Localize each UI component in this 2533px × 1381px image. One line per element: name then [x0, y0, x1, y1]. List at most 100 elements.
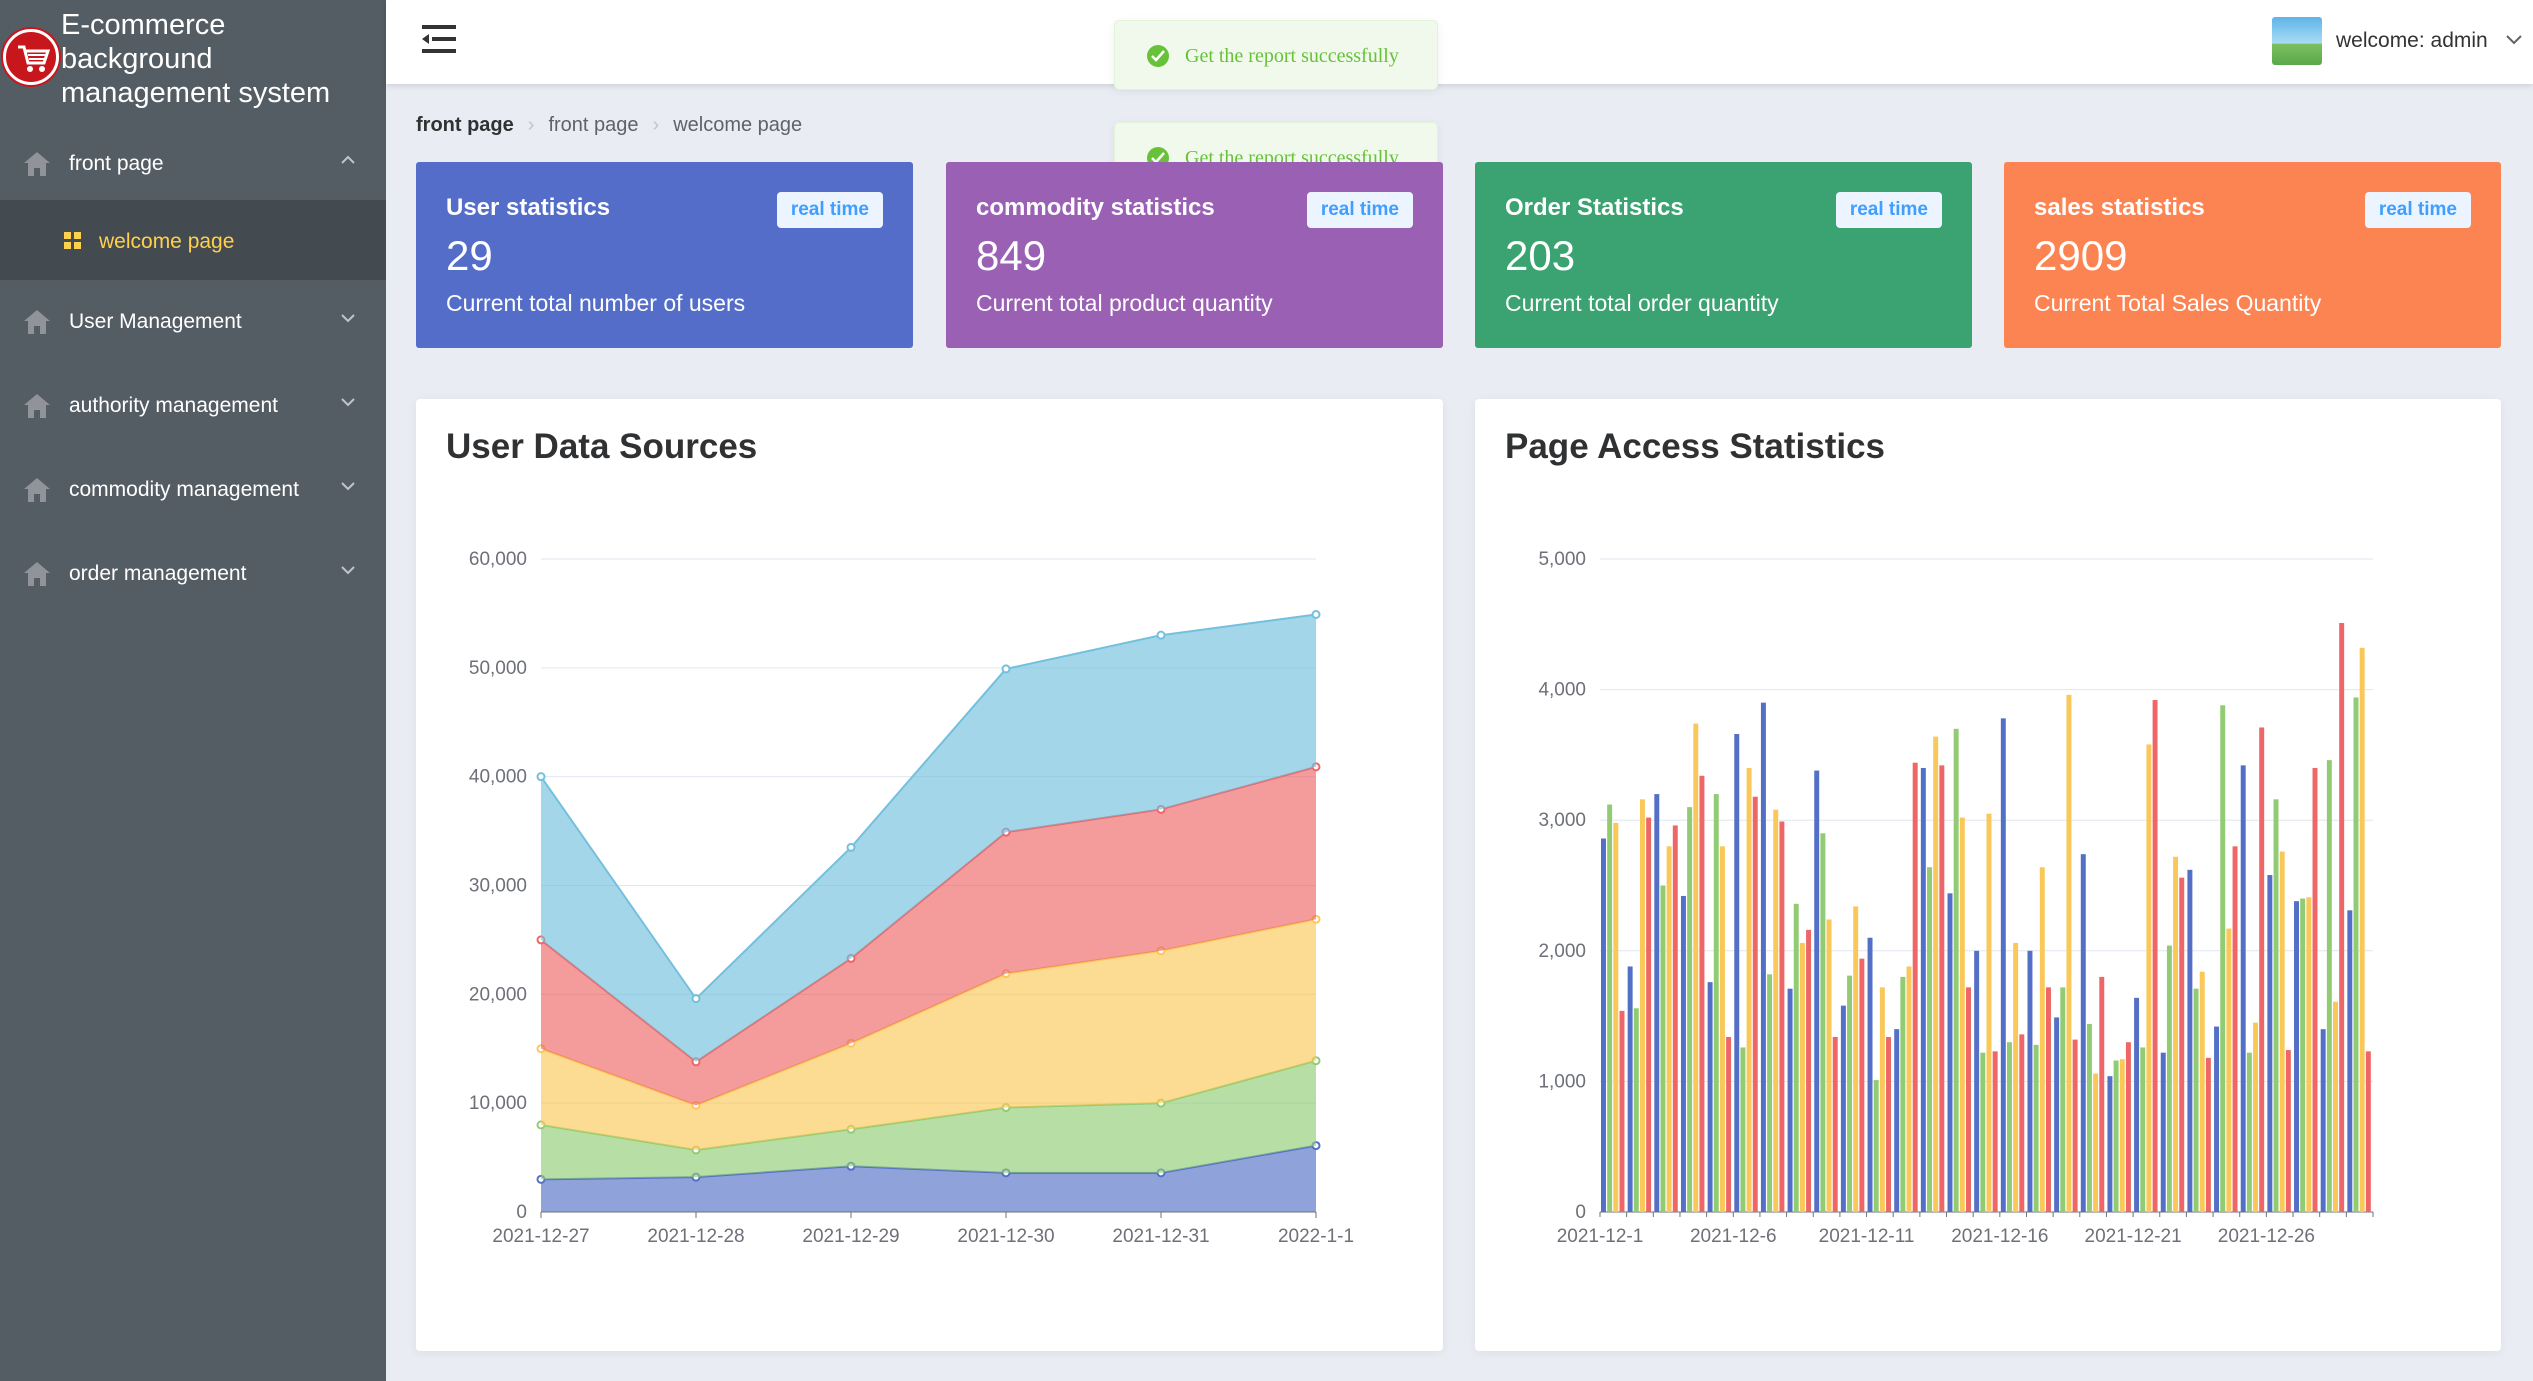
bar	[1680, 895, 1686, 1212]
card-title: User statistics	[446, 194, 611, 221]
chevron-down-icon	[341, 482, 355, 491]
card-description: Current total product quantity	[976, 290, 1273, 316]
bar	[2300, 898, 2306, 1212]
bar	[2027, 950, 2033, 1212]
chevron-down-icon	[341, 566, 355, 575]
user-dropdown-label[interactable]: welcome: admin	[2336, 29, 2488, 53]
bar	[2152, 700, 2158, 1212]
sidebar-item-label: authority management	[69, 394, 278, 417]
bar	[2160, 1052, 2166, 1212]
breadcrumb-separator: ›	[527, 114, 535, 136]
sidebar-item-front-page[interactable]: front page	[0, 122, 386, 206]
submenu-item-welcome-page[interactable]: welcome page	[0, 200, 386, 280]
sidebar-item-label: front page	[69, 152, 164, 175]
bar	[2054, 1017, 2060, 1212]
success-toast: Get the report successfully	[1114, 20, 1438, 90]
bar	[1713, 794, 1719, 1212]
bar	[1966, 987, 1971, 1212]
x-tick-label: 2021-12-27	[492, 1226, 589, 1247]
avatar[interactable]	[2272, 17, 2322, 65]
y-tick-label: 50,000	[469, 658, 527, 679]
real-time-tag: real time	[1306, 192, 1413, 228]
bar	[1752, 796, 1758, 1212]
home-icon	[24, 562, 50, 586]
sidebar-item-commodity-management[interactable]: commodity management	[0, 448, 386, 532]
bar	[1613, 822, 1619, 1212]
bar	[2347, 910, 2353, 1212]
y-tick-label: 40,000	[469, 767, 527, 788]
bar	[2205, 1057, 2211, 1212]
bar	[2267, 875, 2273, 1212]
x-tick-label: 2021-12-6	[1690, 1226, 1777, 1247]
bar	[2306, 897, 2312, 1212]
bar	[2294, 901, 2299, 1212]
y-tick-label: 3,000	[1538, 810, 1586, 831]
breadcrumb-item-front-page[interactable]: front page	[416, 114, 514, 137]
y-tick-label: 10,000	[469, 1093, 527, 1114]
page-access-statistics-panel: Page Access Statistics 0 1,000 2,000 3,000 4…	[1475, 399, 2501, 1351]
bar	[2060, 987, 2066, 1212]
x-tick-label: 2021-12-1	[1557, 1226, 1644, 1247]
bar	[2246, 1052, 2252, 1212]
shopping-cart-logo	[3, 29, 59, 85]
bar	[1906, 966, 1912, 1212]
bar	[2240, 765, 2246, 1212]
y-tick-label: 20,000	[469, 984, 527, 1005]
data-point	[536, 772, 546, 782]
y-tick-label: 2,000	[1538, 941, 1586, 962]
bar	[1646, 817, 1652, 1212]
menu-collapse-icon[interactable]	[420, 22, 458, 56]
grid-icon	[64, 232, 81, 249]
sidebar-item-user-management[interactable]: User Management	[0, 280, 386, 364]
bar	[1773, 809, 1779, 1212]
bar	[2285, 1050, 2291, 1212]
card-value: 203	[1505, 232, 1576, 279]
data-point	[846, 842, 856, 852]
breadcrumb-separator: ›	[652, 114, 660, 136]
chevron-down-icon[interactable]	[2505, 33, 2523, 47]
page-access-statistics-chart: 0 1,000 2,000 3,000 4,000 5,000 2021-12-1 2021-…	[1538, 549, 2374, 1247]
real-time-tag: real time	[776, 192, 883, 228]
data-point	[1156, 630, 1166, 640]
bar	[1639, 799, 1645, 1212]
bar	[1847, 975, 1853, 1212]
sidebar-item-order-management[interactable]: order management	[0, 532, 386, 616]
bar	[2253, 1022, 2259, 1212]
user-data-sources-chart: 0 10,000 20,000 30,000 40,000 50,000 60,000 202…	[469, 549, 1354, 1247]
bar	[1687, 807, 1693, 1212]
breadcrumb: front page › front page › welcome page	[416, 114, 802, 137]
bar	[1947, 893, 1953, 1212]
bar	[2359, 647, 2365, 1212]
bar	[2134, 997, 2140, 1212]
bar	[2273, 799, 2279, 1212]
bar	[2320, 1029, 2326, 1212]
x-tick-label: 2021-12-30	[957, 1226, 1054, 1247]
y-tick-label: 1,000	[1538, 1071, 1586, 1092]
bar	[1900, 976, 1906, 1212]
chevron-down-icon	[341, 398, 355, 407]
sidebar-item-authority-management[interactable]: authority management	[0, 364, 386, 448]
bar	[2039, 867, 2045, 1212]
sidebar-item-label: User Management	[69, 310, 242, 333]
bar	[2125, 1042, 2131, 1212]
card-description: Current total order quantity	[1505, 290, 1779, 316]
bar	[1826, 919, 1832, 1212]
bar	[2214, 1026, 2220, 1212]
x-tick-label: 2021-12-21	[2085, 1226, 2182, 1247]
bar	[2353, 697, 2359, 1212]
bar	[2193, 988, 2199, 1212]
bar	[2326, 760, 2332, 1212]
breadcrumb-item-front-page[interactable]: front page	[548, 114, 638, 137]
chevron-down-icon	[341, 314, 355, 323]
y-tick-label: 0	[1575, 1202, 1586, 1223]
bar	[1814, 770, 1820, 1212]
bar	[2093, 1073, 2099, 1212]
user-statistics-card: User statistics real time 29 Current tot…	[416, 162, 913, 348]
x-tick-label: 2021-12-29	[802, 1226, 899, 1247]
bar	[1726, 1036, 1732, 1212]
card-description: Current total number of users	[446, 290, 746, 316]
bar	[2187, 869, 2193, 1212]
bar	[1654, 794, 1660, 1212]
bar	[1859, 958, 1865, 1212]
bar	[1959, 817, 1965, 1212]
